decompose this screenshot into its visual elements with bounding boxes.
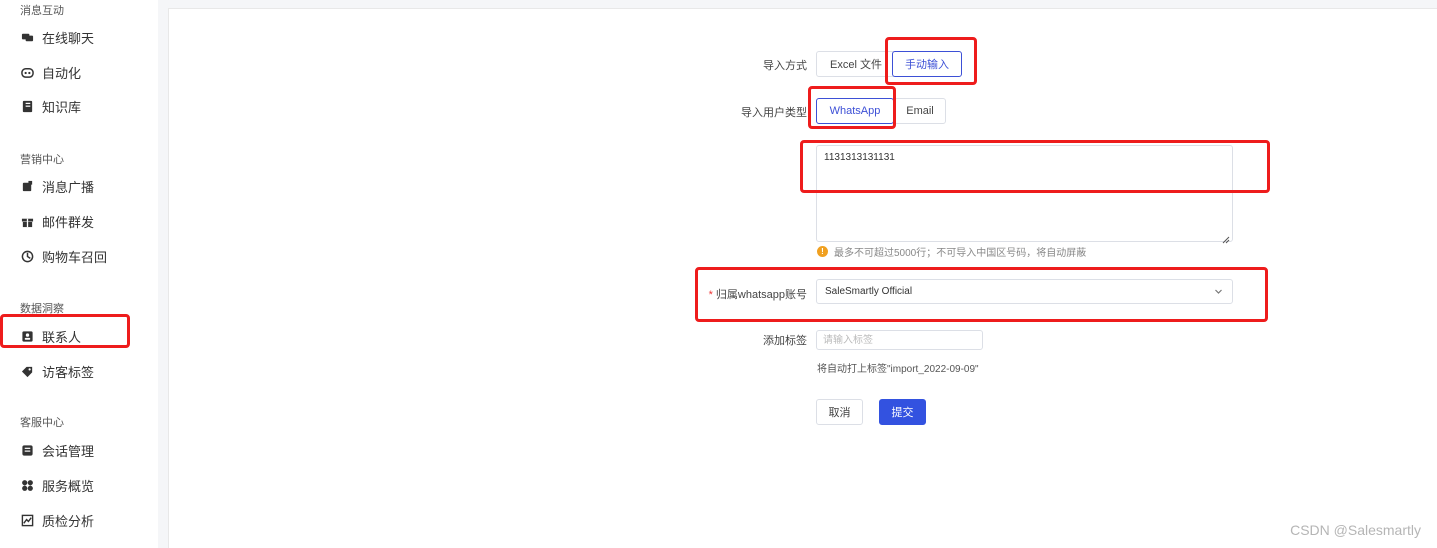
excel-file-option[interactable]: Excel 文件	[816, 51, 896, 77]
sidebar-item-label: 质检分析	[42, 513, 95, 529]
tag-icon	[20, 364, 34, 378]
gift-icon	[20, 214, 34, 228]
watermark: CSDN @Salesmartly	[1290, 522, 1421, 538]
sidebar-item-knowledge-base[interactable]: 知识库	[20, 91, 81, 121]
chevron-down-icon	[1214, 287, 1223, 296]
robot-icon	[20, 65, 34, 79]
import-method-label: 导入方式	[763, 60, 807, 72]
sidebar-item-email-blast[interactable]: 邮件群发	[20, 206, 94, 236]
whatsapp-option[interactable]: WhatsApp	[816, 98, 894, 124]
sidebar-item-contacts[interactable]: 联系人	[20, 321, 81, 351]
sidebar-item-quality-analysis[interactable]: 质检分析	[20, 505, 94, 535]
contact-icon	[20, 329, 34, 343]
tag-input[interactable]	[816, 330, 983, 350]
email-option[interactable]: Email	[894, 98, 946, 124]
cancel-button[interactable]: 取消	[816, 399, 863, 425]
submit-button[interactable]: 提交	[879, 399, 926, 425]
chart-icon	[20, 513, 34, 527]
sidebar-item-label: 会话管理	[42, 443, 95, 459]
broadcast-icon	[20, 179, 34, 193]
sidebar-item-label: 联系人	[42, 329, 82, 345]
sidebar-item-visitor-tags[interactable]: 访客标签	[20, 356, 94, 386]
sidebar-item-label: 邮件群发	[42, 214, 95, 230]
manual-input-option[interactable]: 手动输入	[892, 51, 962, 77]
sidebar-item-label: 知识库	[42, 99, 82, 115]
cart-recall-icon	[20, 249, 34, 263]
section-title-marketing: 营销中心	[20, 154, 64, 166]
sidebar-item-live-chat[interactable]: 在线聊天	[20, 22, 94, 52]
sidebar-item-label: 在线聊天	[42, 30, 95, 46]
sidebar-item-label: 服务概览	[42, 478, 95, 494]
sidebar-item-label: 消息广播	[42, 179, 95, 195]
sidebar-item-service-overview[interactable]: 服务概览	[20, 470, 94, 500]
sidebar-item-label: 购物车召回	[42, 249, 108, 265]
chat-icon	[20, 30, 34, 44]
tags-label: 添加标签	[763, 335, 807, 347]
warning-icon: !	[817, 246, 828, 257]
overview-icon	[20, 478, 34, 492]
sidebar-item-automation[interactable]: 自动化	[20, 57, 81, 87]
hint-text: 最多不可超过5000行；不可导入中国区号码，将自动屏蔽	[834, 248, 1087, 259]
section-title-data-insights: 数据洞察	[20, 303, 64, 315]
section-title-messaging: 消息互动	[20, 5, 64, 17]
sidebar-item-session-management[interactable]: 会话管理	[20, 435, 94, 465]
section-title-service: 客服中心	[20, 417, 64, 429]
whatsapp-account-select[interactable]: SaleSmartly Official	[816, 279, 1233, 304]
user-type-label: 导入用户类型	[741, 107, 807, 119]
resize-handle-icon[interactable]	[1222, 231, 1230, 244]
sidebar-item-cart-recall[interactable]: 购物车召回	[20, 241, 107, 271]
sidebar-item-label: 自动化	[42, 65, 82, 81]
phone-numbers-textarea[interactable]	[816, 145, 1233, 242]
account-label-text: 归属whatsapp账号	[715, 289, 807, 301]
book-icon	[20, 99, 34, 113]
account-label: * 归属whatsapp账号	[700, 286, 807, 302]
sidebar-item-label: 访客标签	[42, 364, 95, 380]
auto-tag-note: 将自动打上标签"import_2022-09-09"	[817, 364, 979, 375]
session-icon	[20, 443, 34, 457]
selected-account: SaleSmartly Official	[825, 286, 913, 297]
required-mark: *	[708, 289, 713, 301]
textarea-hint: ! 最多不可超过5000行；不可导入中国区号码，将自动屏蔽	[817, 244, 1086, 259]
main-content	[168, 8, 1437, 548]
sidebar-item-broadcast[interactable]: 消息广播	[20, 171, 94, 201]
sidebar: 消息互动 在线聊天 自动化 知识库 营销中心 消息广播 邮件群发 购物车召回 数…	[0, 0, 158, 548]
